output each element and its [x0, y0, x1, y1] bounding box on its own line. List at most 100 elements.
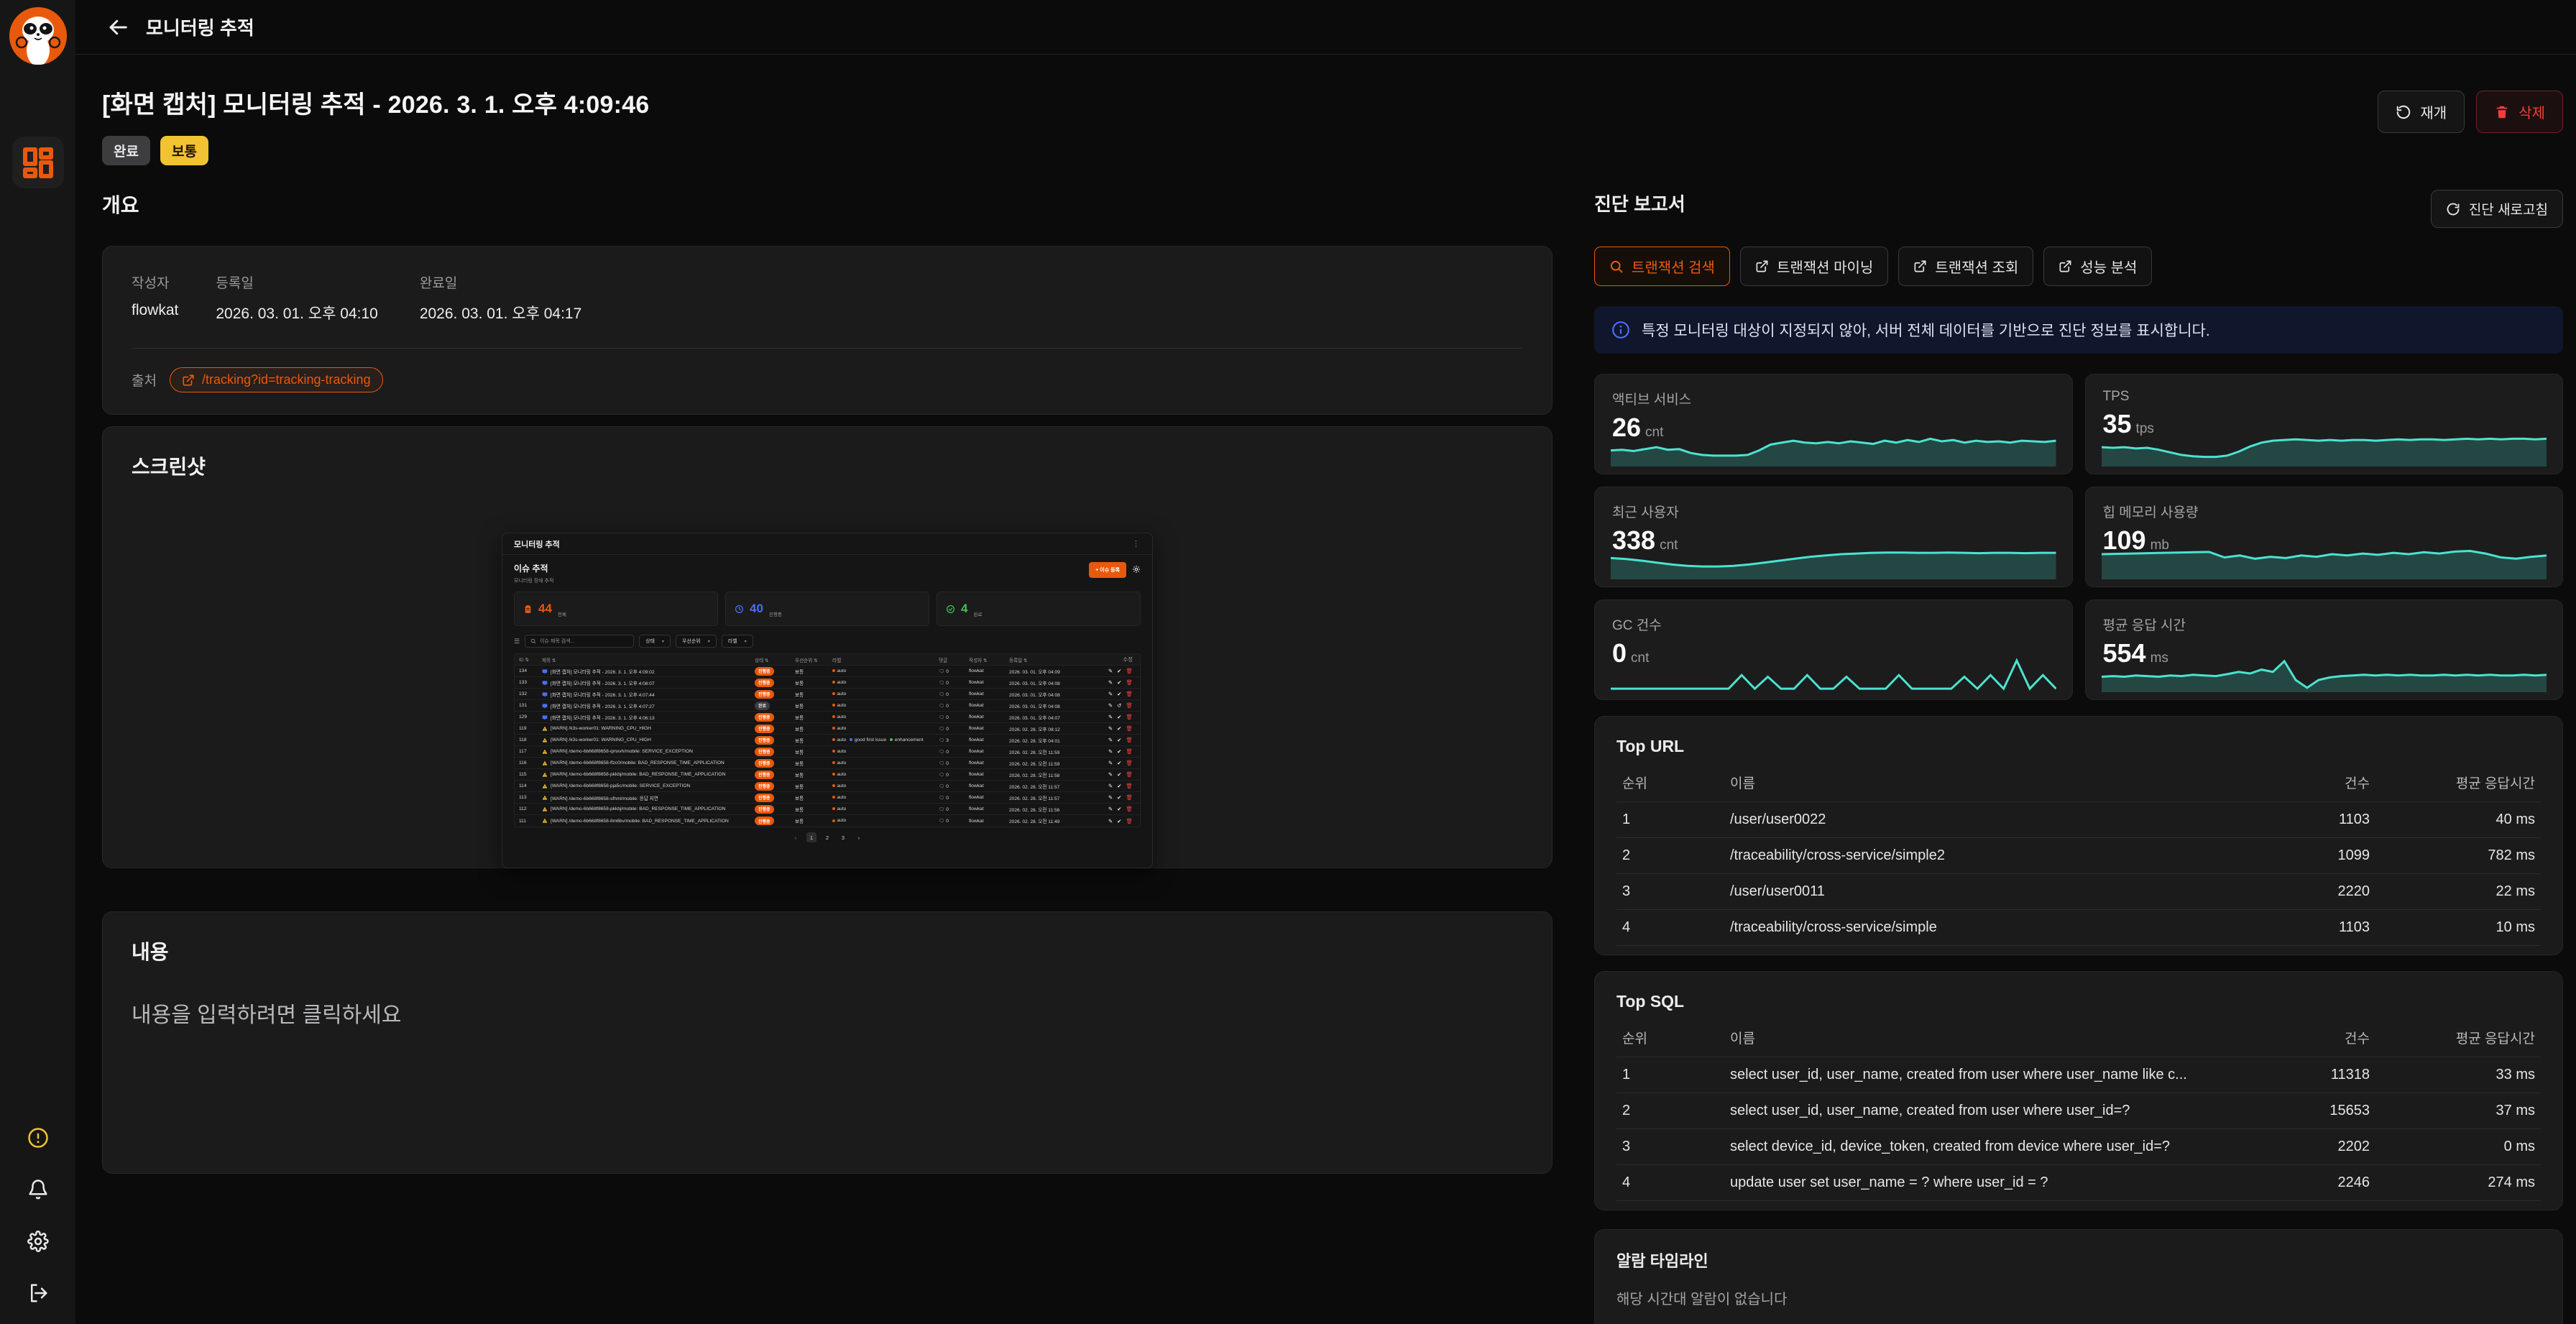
resume-button[interactable]: 재개: [2378, 91, 2465, 133]
check-circle-icon[interactable]: ✔: [1117, 794, 1121, 801]
mini-table-row[interactable]: 132[화면 캡처] 모니터링 추적 - 2026. 3. 1. 오후 4:07…: [515, 689, 1140, 700]
tab-트랜잭션 검색[interactable]: 트랜잭션 검색: [1594, 247, 1730, 286]
edit-pencil-icon[interactable]: ✎: [1108, 748, 1113, 755]
trash-icon[interactable]: 🗑: [1126, 691, 1133, 697]
trash-icon[interactable]: 🗑: [1126, 748, 1133, 755]
mini-filter-select-라벨[interactable]: 라벨▾: [722, 635, 753, 648]
mini-table-row[interactable]: 133[화면 캡처] 모니터링 추적 - 2026. 3. 1. 오후 4:08…: [515, 677, 1140, 689]
pagination-next-icon[interactable]: ›: [854, 832, 864, 842]
source-link[interactable]: /tracking?id=tracking-tracking: [170, 367, 383, 392]
mini-cell-date: 2026. 03. 01. 오후 04:08: [1009, 691, 1092, 698]
trash-icon[interactable]: 🗑: [1126, 783, 1133, 789]
mini-register-issue-button[interactable]: + 이슈 등록: [1089, 562, 1126, 578]
trash-icon[interactable]: 🗑: [1126, 818, 1133, 824]
edit-pencil-icon[interactable]: ✎: [1108, 737, 1113, 743]
mini-table-row[interactable]: 114[WARN] /demo-6b668f8658-pja5c/mobile:…: [515, 781, 1140, 792]
mini-filter-select-우선순위[interactable]: 우선순위▾: [676, 635, 717, 648]
mini-table-row[interactable]: 116[WARN] /demo-6b668f8658-ffzc0/mobile:…: [515, 758, 1140, 769]
check-circle-icon[interactable]: ✔: [1117, 714, 1121, 720]
mini-table-row[interactable]: 115[WARN] /demo-6b668f8658-pkkbj/mobile:…: [515, 769, 1140, 781]
edit-pencil-icon[interactable]: ✎: [1108, 783, 1113, 789]
undo-icon[interactable]: ↺: [1117, 702, 1121, 709]
check-circle-icon[interactable]: ✔: [1117, 771, 1121, 778]
mini-gear-icon[interactable]: [1132, 565, 1141, 575]
mini-table-row[interactable]: 113[WARN] /demo-6b668f8658-sfhml/mobile:…: [515, 792, 1140, 804]
mini-table-row[interactable]: 131[화면 캡처] 모니터링 추적 - 2026. 3. 1. 오후 4:07…: [515, 700, 1140, 712]
bell-icon[interactable]: [27, 1179, 49, 1200]
check-circle-icon[interactable]: ✔: [1117, 737, 1121, 743]
trash-icon[interactable]: 🗑: [1126, 760, 1133, 766]
check-circle-icon[interactable]: ✔: [1117, 679, 1121, 686]
trash-icon[interactable]: 🗑: [1126, 737, 1133, 743]
edit-pencil-icon[interactable]: ✎: [1108, 818, 1113, 824]
mini-table-row[interactable]: 111[WARN] /demo-6b668f8658-8m6bv/mobile:…: [515, 815, 1140, 827]
table-row[interactable]: 3/user/user0011222022 ms: [1616, 874, 2541, 910]
edit-pencil-icon[interactable]: ✎: [1108, 794, 1113, 801]
alert-circle-icon[interactable]: [27, 1127, 49, 1149]
app-logo-mascot[interactable]: [9, 7, 67, 65]
tab-트랜잭션 마이닝[interactable]: 트랜잭션 마이닝: [1740, 247, 1888, 286]
mini-table-row[interactable]: 119[WARN] /k3s-worker01: WARNING_CPU_HIG…: [515, 723, 1140, 735]
logout-icon[interactable]: [27, 1282, 49, 1304]
report-refresh-button[interactable]: 진단 새로고침: [2431, 190, 2563, 228]
content-card[interactable]: 내용 내용을 입력하려면 클릭하세요: [102, 911, 1552, 1174]
table-row[interactable]: 1/user/user0022110340 ms: [1616, 802, 2541, 838]
edit-pencil-icon[interactable]: ✎: [1108, 714, 1113, 720]
trash-icon[interactable]: 🗑: [1126, 725, 1133, 732]
check-circle-icon[interactable]: ✔: [1117, 806, 1121, 812]
table-row[interactable]: 3select device_id, device_token, created…: [1616, 1129, 2541, 1165]
trash-icon[interactable]: 🗑: [1126, 714, 1133, 720]
mini-table-row[interactable]: 112[WARN] /demo-6b668f8658-pkkbj/mobile:…: [515, 804, 1140, 815]
tab-트랜잭션 조회[interactable]: 트랜잭션 조회: [1898, 247, 2033, 286]
check-circle-icon[interactable]: ✔: [1117, 760, 1121, 766]
back-arrow-icon[interactable]: [106, 15, 130, 40]
check-circle-icon[interactable]: ✔: [1117, 725, 1121, 732]
pagination-page-3[interactable]: 3: [838, 832, 848, 842]
table-row[interactable]: 2/traceability/cross-service/simple21099…: [1616, 838, 2541, 874]
pagination-page-2[interactable]: 2: [822, 832, 832, 842]
check-circle-icon[interactable]: ✔: [1117, 691, 1121, 697]
edit-pencil-icon[interactable]: ✎: [1108, 702, 1113, 709]
mini-table-row[interactable]: 118[WARN] /k3s-worker01: WARNING_CPU_HIG…: [515, 735, 1140, 746]
mini-filter-select-상태[interactable]: 상태▾: [639, 635, 671, 648]
edit-pencil-icon[interactable]: ✎: [1108, 679, 1113, 686]
trash-icon[interactable]: 🗑: [1126, 668, 1133, 674]
embedded-screenshot[interactable]: 모니터링 추적 ⋮ 이슈 추적 모니터링 장애 추적 + 이슈 등록: [502, 533, 1153, 868]
trash-icon[interactable]: 🗑: [1126, 702, 1133, 709]
table-row[interactable]: 2select user_id, user_name, created from…: [1616, 1093, 2541, 1129]
kebab-menu-icon[interactable]: ⋮: [1132, 539, 1141, 548]
edit-pencil-icon[interactable]: ✎: [1108, 725, 1113, 732]
content-placeholder[interactable]: 내용을 입력하려면 클릭하세요: [132, 997, 1523, 1029]
check-circle-icon[interactable]: ✔: [1117, 818, 1121, 824]
tab-성능 분석[interactable]: 성능 분석: [2043, 247, 2152, 286]
edit-pencil-icon[interactable]: ✎: [1108, 771, 1113, 778]
trash-icon[interactable]: 🗑: [1126, 806, 1133, 812]
delete-button[interactable]: 삭제: [2476, 91, 2563, 133]
mini-search-input[interactable]: 이슈 제목 검색...: [525, 635, 634, 648]
trash-icon[interactable]: 🗑: [1126, 679, 1133, 686]
check-circle-icon[interactable]: ✔: [1117, 668, 1121, 674]
table-row[interactable]: 1select user_id, user_name, created from…: [1616, 1057, 2541, 1093]
status-badge: 진행중: [755, 690, 774, 699]
pagination-prev-icon[interactable]: ‹: [791, 832, 801, 842]
filter-icon[interactable]: ☰: [514, 638, 520, 645]
mini-issue-sub: 모니터링 장애 추적: [514, 577, 553, 584]
pagination-page-1[interactable]: 1: [806, 832, 816, 842]
mini-row-actions: ✎ ✔ 🗑: [1092, 771, 1133, 778]
sidebar-item-dashboard[interactable]: [12, 137, 64, 188]
mini-table-row[interactable]: 117[WARN] /demo-6b668f8658-qmxvh/mobile:…: [515, 746, 1140, 758]
edit-pencil-icon[interactable]: ✎: [1108, 760, 1113, 766]
trash-icon[interactable]: 🗑: [1126, 794, 1133, 801]
check-circle-icon[interactable]: ✔: [1117, 748, 1121, 755]
mini-table-row[interactable]: 134[화면 캡처] 모니터링 추적 - 2026. 3. 1. 오후 4:09…: [515, 666, 1140, 677]
gear-icon[interactable]: [27, 1231, 49, 1252]
edit-pencil-icon[interactable]: ✎: [1108, 691, 1113, 697]
check-circle-icon[interactable]: ✔: [1117, 783, 1121, 789]
table-row[interactable]: 4update user set user_name = ? where use…: [1616, 1165, 2541, 1201]
trash-icon[interactable]: 🗑: [1126, 771, 1133, 778]
edit-pencil-icon[interactable]: ✎: [1108, 806, 1113, 812]
mini-cell-priority: 보통: [795, 679, 832, 686]
mini-table-row[interactable]: 129[화면 캡처] 모니터링 추적 - 2026. 3. 1. 오후 4:06…: [515, 712, 1140, 723]
edit-pencil-icon[interactable]: ✎: [1108, 668, 1113, 674]
table-row[interactable]: 4/traceability/cross-service/simple11031…: [1616, 910, 2541, 946]
